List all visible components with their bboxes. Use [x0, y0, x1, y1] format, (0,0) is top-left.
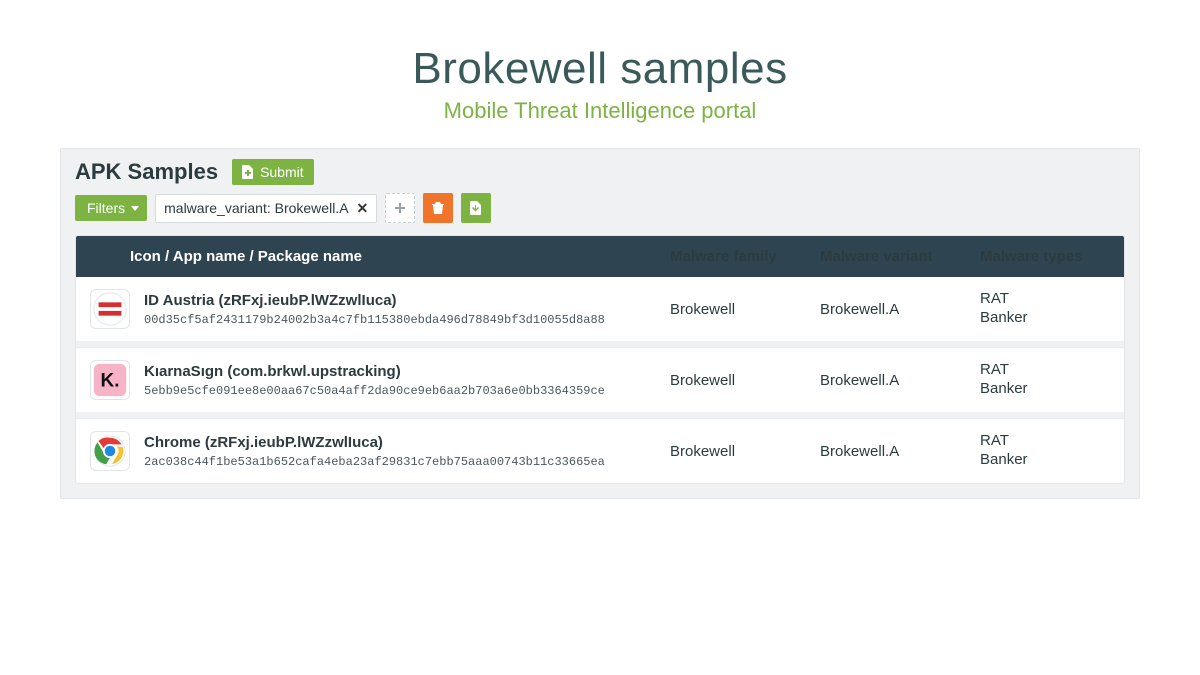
table-row[interactable]: K. KıarnaSıgn (com.brkwl.upstracking) 5ebb…: [76, 347, 1124, 412]
trash-icon: [431, 201, 445, 215]
app-name: KıarnaSıgn (com.brkwl.upstracking): [144, 363, 605, 380]
malware-types: RAT Banker: [980, 361, 1110, 399]
file-download-icon: [470, 201, 482, 215]
malware-variant: Brokewell.A: [820, 443, 980, 460]
malware-types: RAT Banker: [980, 290, 1110, 328]
filter-chip-label: malware_variant: Brokewell.A: [164, 200, 348, 216]
file-plus-icon: [242, 165, 254, 179]
close-icon[interactable]: ✕: [357, 200, 369, 217]
malware-family: Brokewell: [670, 301, 820, 318]
col-header-app[interactable]: Icon / App name / Package name: [90, 248, 670, 265]
app-name: ID Austria (zRFxj.ieubP.lWZzwlIuca): [144, 292, 605, 309]
malware-family: Brokewell: [670, 372, 820, 389]
add-filter-button[interactable]: [385, 193, 415, 223]
app-name: Chrome (zRFxj.ieubP.lWZzwlIuca): [144, 434, 605, 451]
col-header-family[interactable]: Malware family: [670, 248, 820, 265]
malware-variant: Brokewell.A: [820, 372, 980, 389]
export-button[interactable]: [461, 193, 491, 223]
samples-table: Icon / App name / Package name Malware f…: [75, 235, 1125, 484]
submit-label: Submit: [260, 164, 304, 180]
app-icon: K.: [90, 360, 130, 400]
table-row[interactable]: Chrome (zRFxj.ieubP.lWZzwlIuca) 2ac038c44…: [76, 418, 1124, 483]
table-row[interactable]: ID Austria (zRFxj.ieubP.lWZzwlIuca) 00d35…: [76, 277, 1124, 341]
app-icon: [90, 289, 130, 329]
filters-label: Filters: [87, 200, 125, 216]
svg-text:K.: K.: [101, 371, 120, 392]
app-hash: 5ebb9e5cfe091ee8e00aa67c50a4aff2da90ce9e…: [144, 384, 605, 398]
filter-chip[interactable]: malware_variant: Brokewell.A ✕: [155, 194, 377, 223]
malware-family: Brokewell: [670, 443, 820, 460]
page-title: Brokewell samples: [0, 44, 1200, 94]
page-subtitle: Mobile Threat Intelligence portal: [0, 98, 1200, 124]
app-hash: 00d35cf5af2431179b24002b3a4c7fb115380ebd…: [144, 313, 605, 327]
delete-filter-button[interactable]: [423, 193, 453, 223]
app-hash: 2ac038c44f1be53a1b652cafa4eba23af29831c7…: [144, 455, 605, 469]
submit-button[interactable]: Submit: [232, 159, 314, 185]
malware-types: RAT Banker: [980, 432, 1110, 470]
col-header-variant[interactable]: Malware variant: [820, 248, 980, 265]
filters-dropdown[interactable]: Filters: [75, 195, 147, 221]
chevron-down-icon: [131, 206, 139, 211]
malware-variant: Brokewell.A: [820, 301, 980, 318]
panel-heading: APK Samples: [75, 159, 218, 185]
app-icon: [90, 431, 130, 471]
apk-samples-panel: APK Samples Submit Filters malware_varia…: [60, 148, 1140, 499]
table-header: Icon / App name / Package name Malware f…: [76, 236, 1124, 277]
col-header-types[interactable]: Malware types: [980, 248, 1110, 265]
plus-icon: [394, 202, 406, 214]
